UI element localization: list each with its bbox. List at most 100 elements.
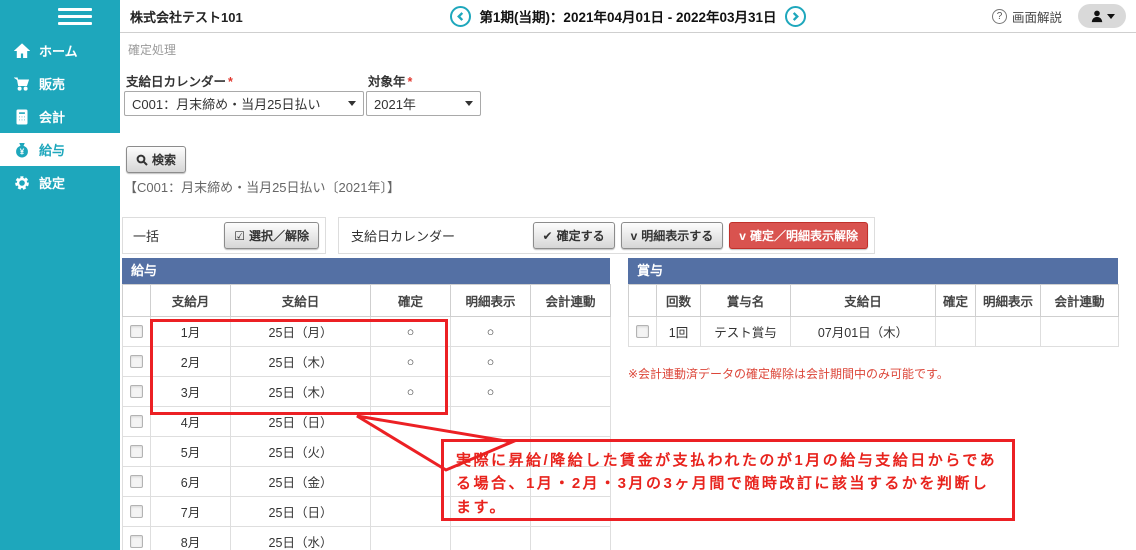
row-checkbox[interactable] (130, 355, 143, 368)
row-checkbox[interactable] (130, 535, 143, 548)
cell-confirmed: ○ (370, 346, 451, 377)
salary-table: 支給月 支給日 確定 明細表示 会計連動 1月 25日（月） ○ ○ 2月 25日（木） ○ ○ 3月 2… (122, 284, 611, 550)
chevron-down-icon (1106, 13, 1115, 19)
cell-month: 5月 (150, 436, 231, 467)
calculator-icon (13, 108, 30, 125)
cell-month: 6月 (150, 466, 231, 497)
select-toggle-button[interactable]: ☑ 選択／解除 (224, 222, 319, 249)
bonus-table-section: 賞与 回数 賞与名 支給日 確定 明細表示 会計連動 1回 テスト賞与 07月01日（木） (628, 258, 1119, 347)
column-header: 確定 (370, 284, 451, 317)
cell-confirmed (370, 436, 451, 467)
show-detail-button[interactable]: v 明細表示する (620, 222, 724, 249)
cell-accounting (530, 376, 611, 407)
row-checkbox[interactable] (130, 415, 143, 428)
row-checkbox[interactable] (130, 505, 143, 518)
cell-month: 1月 (150, 316, 231, 347)
cell-detail (450, 496, 531, 527)
cell-date: 25日（日） (230, 496, 371, 527)
required-mark: * (228, 75, 233, 89)
cell-detail (450, 436, 531, 467)
sidebar-item-payroll[interactable]: ¥ 給与 (0, 133, 120, 166)
sidebar-item-settings[interactable]: 設定 (0, 166, 120, 199)
cell-detail (450, 406, 531, 437)
cell-confirmed (370, 466, 451, 497)
table-row: 2月 25日（木） ○ ○ (122, 346, 611, 377)
required-mark: * (407, 75, 413, 89)
screen: ホーム 販売 会計 ¥ 給与 設定 株式会社テスト101 第1期(当期)：2021年04月… (0, 0, 1136, 550)
cell-date: 25日（金） (230, 466, 371, 497)
cell-month: 8月 (150, 526, 231, 550)
hamburger-menu-icon[interactable] (58, 8, 94, 28)
user-menu-button[interactable] (1078, 4, 1126, 28)
detail-icon: v (739, 228, 746, 243)
table-row: 8月 25日（水） (122, 526, 611, 550)
bulk-label: 一括 (133, 229, 160, 244)
search-button[interactable]: 検索 (126, 146, 187, 173)
sidebar-item-label: 設定 (39, 176, 66, 191)
prev-period-button[interactable] (450, 5, 472, 27)
salary-table-section: 給与 支給月 支給日 確定 明細表示 会計連動 1月 25日（月） ○ ○ 2月 25日（木） ○ ○… (122, 258, 611, 550)
cell-accounting (530, 316, 611, 347)
cell-detail (975, 316, 1041, 347)
column-header: 支給日 (230, 284, 371, 317)
cell-date: 25日（日） (230, 406, 371, 437)
bonus-table-header-row: 回数 賞与名 支給日 確定 明細表示 会計連動 (628, 284, 1119, 317)
sidebar-item-sales[interactable]: 販売 (0, 67, 120, 100)
row-checkbox[interactable] (130, 385, 143, 398)
table-row: 3月 25日（木） ○ ○ (122, 376, 611, 407)
cell-confirmed (935, 316, 976, 347)
column-header: 賞与名 (700, 284, 791, 317)
cell-date: 25日（火） (230, 436, 371, 467)
sidebar-item-accounting[interactable]: 会計 (0, 100, 120, 133)
cell-accounting (530, 466, 611, 497)
cell-month: 7月 (150, 496, 231, 527)
cell-date: 25日（木） (230, 376, 371, 407)
cell-accounting (530, 496, 611, 527)
release-confirm-detail-button[interactable]: v 確定／明細表示解除 (729, 222, 868, 249)
cell-date: 25日（水） (230, 526, 371, 550)
detail-icon: v (630, 228, 638, 243)
cell-confirmed (370, 526, 451, 550)
help-link[interactable]: ? 画面解説 (991, 7, 1062, 26)
year-field-label: 対象年 * (368, 75, 413, 89)
cell-count: 1回 (656, 316, 701, 347)
salary-table-header-row: 支給月 支給日 確定 明細表示 会計連動 (122, 284, 611, 317)
calendar-field-label: 支給日カレンダー * (126, 75, 233, 89)
next-period-button[interactable] (784, 5, 806, 27)
sidebar-item-home[interactable]: ホーム (0, 34, 120, 67)
chevron-right-icon (792, 11, 799, 21)
table-row: 4月 25日（日） (122, 406, 611, 437)
table-row: 7月 25日（日） (122, 496, 611, 527)
cell-month: 4月 (150, 406, 231, 437)
row-checkbox[interactable] (130, 445, 143, 458)
column-header: 支給日 (790, 284, 936, 317)
salary-table-title: 給与 (122, 258, 610, 284)
accounting-note: ※会計連動済データの確定解除は会計期間中のみ可能です。 (628, 367, 949, 381)
row-checkbox[interactable] (130, 325, 143, 338)
table-row: 5月 25日（火） (122, 436, 611, 467)
cell-accounting (1040, 316, 1119, 347)
bonus-table-title: 賞与 (628, 258, 1118, 284)
cell-confirmed: ○ (370, 316, 451, 347)
bulk-toolbar: 一括 ☑ 選択／解除 (122, 217, 326, 254)
table-row: 1回 テスト賞与 07月01日（木） (628, 316, 1119, 347)
cell-accounting (530, 346, 611, 377)
breadcrumb: 確定処理 (128, 43, 177, 57)
table-row: 1月 25日（月） ○ ○ (122, 316, 611, 347)
column-header: 明細表示 (450, 284, 531, 317)
bonus-table: 回数 賞与名 支給日 確定 明細表示 会計連動 1回 テスト賞与 07月01日（木） (628, 284, 1119, 347)
sidebar-menu: ホーム販売会計 ¥ 給与設定 (0, 34, 120, 199)
cell-name: テスト賞与 (700, 316, 791, 347)
row-checkbox[interactable] (130, 475, 143, 488)
topbar-right: ? 画面解説 (991, 4, 1126, 28)
home-icon (13, 42, 30, 59)
cell-date: 07月01日（木） (790, 316, 936, 347)
calendar-select[interactable]: C001：月末締め・当月25日払い (124, 91, 364, 116)
confirm-button[interactable]: ✔ 確定する (532, 222, 615, 249)
cell-detail (450, 526, 531, 550)
year-select[interactable]: 2021年 (366, 91, 481, 116)
sidebar-item-label: 販売 (39, 77, 66, 92)
moneybag-icon: ¥ (13, 141, 30, 158)
svg-text:¥: ¥ (19, 147, 24, 156)
row-checkbox[interactable] (636, 325, 649, 338)
